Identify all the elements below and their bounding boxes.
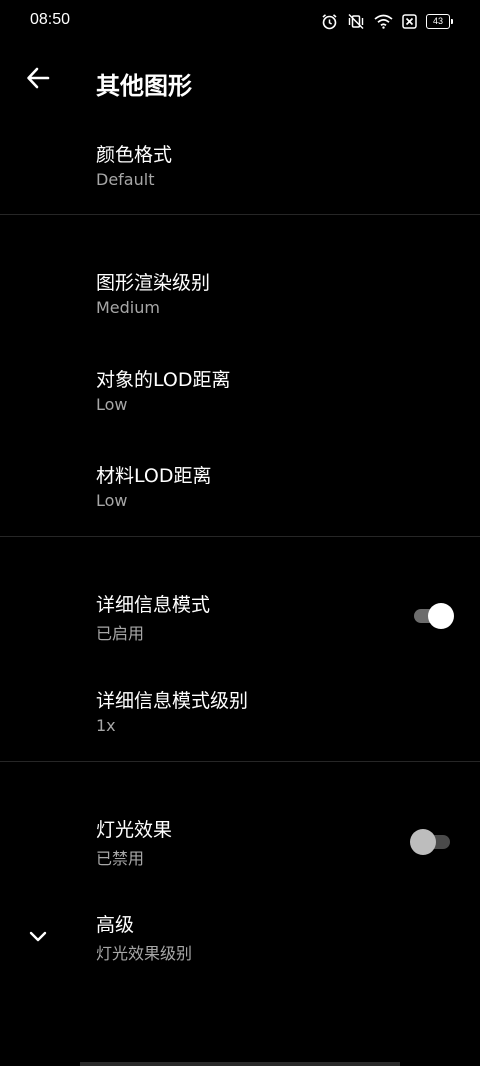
pref-color-format[interactable]: 颜色格式 Default (0, 130, 480, 212)
light-effects-switch[interactable] (410, 826, 454, 856)
app-bar: 其他图形 (0, 50, 480, 114)
pref-material-lod[interactable]: 材料LOD距离 Low (0, 451, 480, 529)
pref-advanced[interactable]: 高级 灯光效果级别 (0, 900, 480, 978)
pref-light-effects[interactable]: 灯光效果 已禁用 (0, 805, 480, 883)
divider (0, 761, 480, 762)
pref-title: 对象的LOD距离 (96, 369, 231, 391)
detail-mode-switch[interactable] (410, 600, 454, 630)
navigation-bar (80, 1062, 400, 1066)
pref-title: 详细信息模式级别 (96, 690, 249, 712)
pref-detail-mode[interactable]: 详细信息模式 已启用 (0, 580, 480, 658)
arrow-back-icon (25, 65, 51, 95)
pref-summary: 1x (96, 716, 116, 735)
pref-title: 高级 (96, 914, 135, 936)
pref-title: 颜色格式 (96, 144, 173, 166)
pref-title: 图形渲染级别 (96, 272, 211, 294)
page-title: 其他图形 (96, 72, 192, 100)
pref-detail-level[interactable]: 详细信息模式级别 1x (0, 676, 480, 754)
divider (0, 214, 480, 215)
pref-summary: Low (96, 491, 128, 510)
pref-summary: Medium (96, 298, 160, 317)
status-bar: 08:50 43 (0, 0, 480, 42)
switch-thumb (410, 829, 436, 855)
status-time: 08:50 (30, 11, 71, 28)
pref-summary: Default (96, 170, 155, 189)
divider (0, 536, 480, 537)
pref-render-level[interactable]: 图形渲染级别 Medium (0, 258, 480, 336)
pref-summary: 灯光效果级别 (96, 944, 193, 963)
battery-icon: 43 (426, 13, 453, 29)
switch-thumb (428, 603, 454, 629)
pref-object-lod[interactable]: 对象的LOD距离 Low (0, 355, 480, 433)
sim-disabled-icon (402, 13, 417, 29)
status-icons: 43 (321, 11, 453, 31)
pref-summary: Low (96, 395, 128, 414)
wifi-icon (374, 14, 393, 29)
pref-title: 灯光效果 (96, 819, 173, 841)
chevron-down-icon (26, 924, 50, 948)
vibrate-off-icon (347, 13, 365, 30)
pref-summary: 已启用 (96, 624, 145, 643)
pref-title: 材料LOD距离 (96, 465, 212, 487)
pref-summary: 已禁用 (96, 849, 145, 868)
back-button[interactable] (22, 64, 54, 96)
alarm-icon (321, 13, 338, 30)
pref-title: 详细信息模式 (96, 594, 211, 616)
